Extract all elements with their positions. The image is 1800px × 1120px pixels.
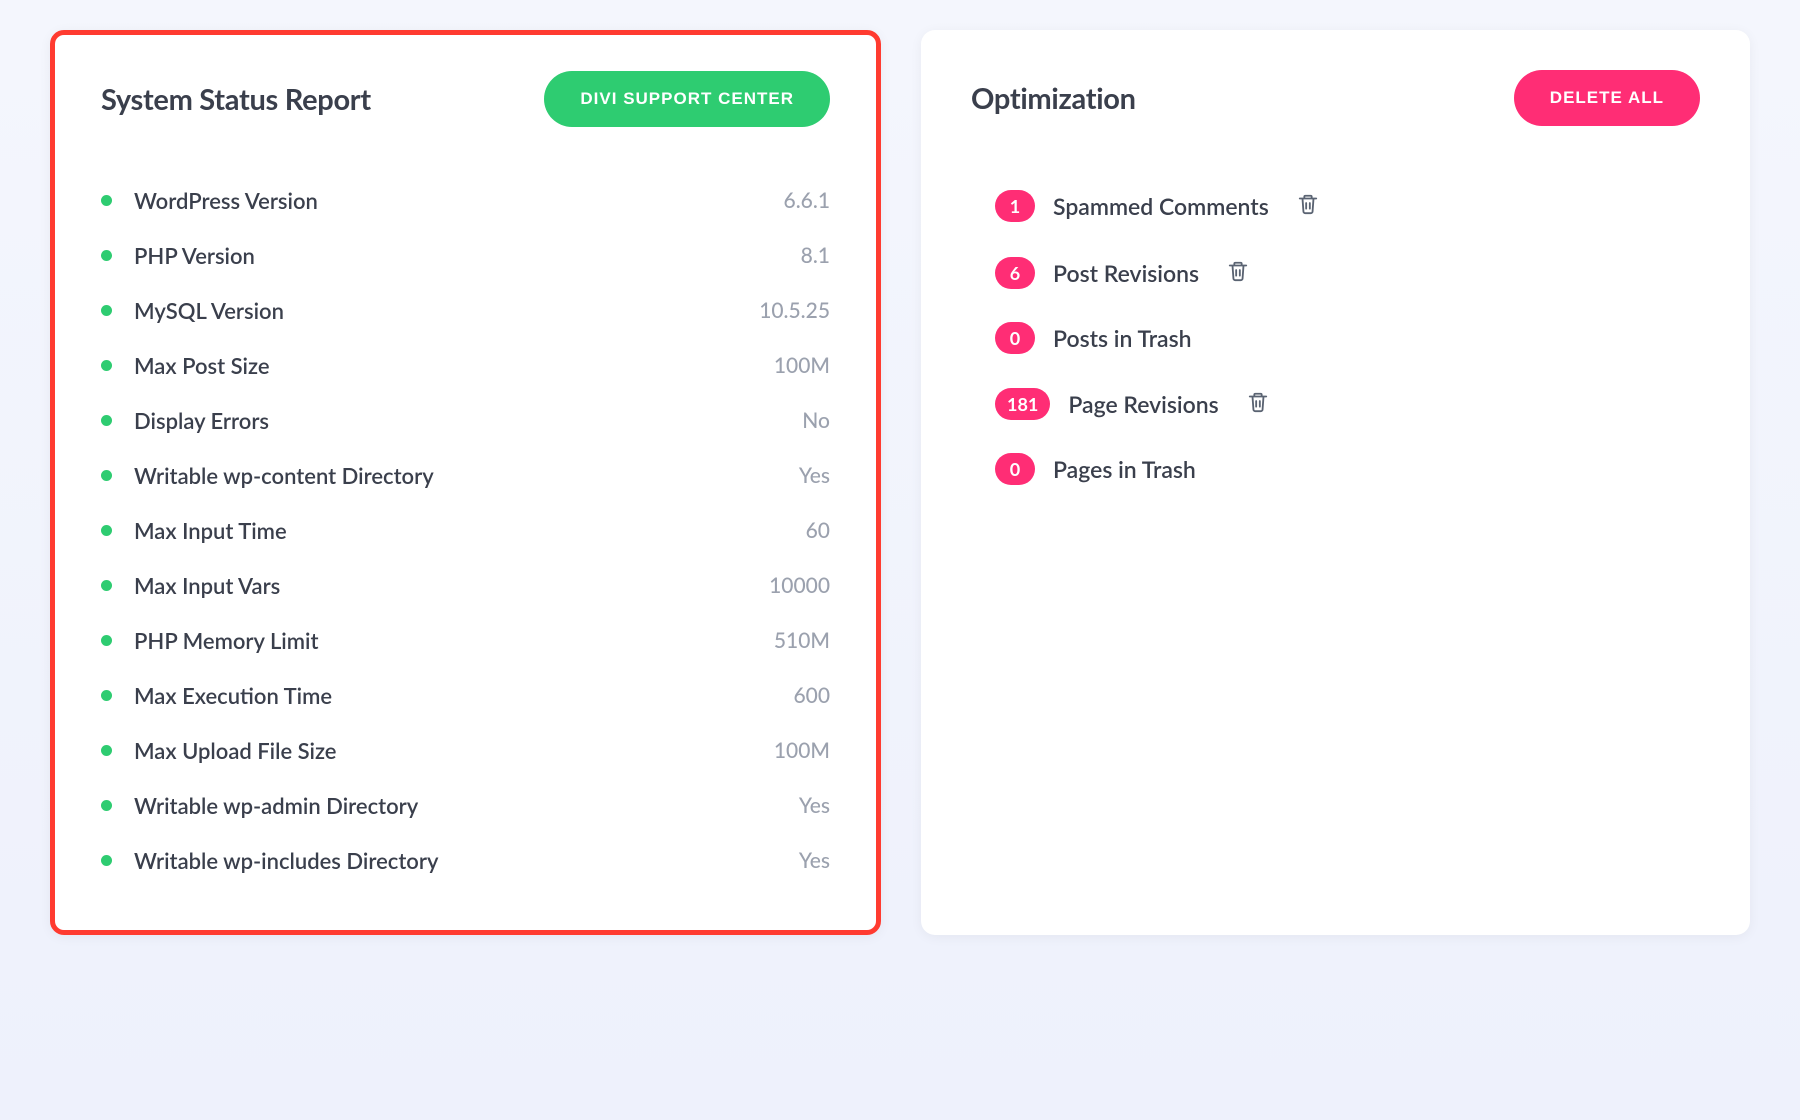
trash-icon <box>1247 390 1269 417</box>
system-status-item-label: Writable wp-admin Directory <box>134 792 418 819</box>
system-status-item-left: WordPress Version <box>101 187 318 214</box>
optimization-title: Optimization <box>971 81 1136 116</box>
optimization-list: 1 Spammed Comments 6 Post Revisions 0 Posts i… <box>971 172 1700 501</box>
system-status-item: Max Input Vars 10000 <box>101 558 830 613</box>
status-ok-dot-icon <box>101 745 112 756</box>
system-status-item: Max Upload File Size 100M <box>101 723 830 778</box>
system-status-item: Writable wp-content Directory Yes <box>101 448 830 503</box>
trash-icon <box>1297 192 1319 219</box>
system-status-item-left: PHP Memory Limit <box>101 627 319 654</box>
system-status-item-label: PHP Memory Limit <box>134 627 319 654</box>
system-status-item-value: 100M <box>774 353 830 378</box>
optimization-item-label: Post Revisions <box>1053 259 1199 287</box>
system-status-item-label: Max Execution Time <box>134 682 332 709</box>
status-ok-dot-icon <box>101 195 112 206</box>
system-status-list: WordPress Version 6.6.1 PHP Version 8.1 MySQ… <box>101 173 830 888</box>
status-ok-dot-icon <box>101 525 112 536</box>
delete-item-button[interactable] <box>1243 386 1273 421</box>
system-status-item-left: Max Input Vars <box>101 572 280 599</box>
optimization-item-label: Posts in Trash <box>1053 324 1192 352</box>
optimization-item: 181 Page Revisions <box>995 370 1700 437</box>
optimization-item: 0 Posts in Trash <box>995 306 1700 370</box>
system-status-item-label: MySQL Version <box>134 297 284 324</box>
optimization-panel: Optimization DELETE ALL 1 Spammed Comment… <box>921 30 1750 935</box>
system-status-item-label: PHP Version <box>134 242 255 269</box>
system-status-title: System Status Report <box>101 82 371 117</box>
system-status-item-label: Max Input Time <box>134 517 287 544</box>
system-status-item-left: Max Post Size <box>101 352 270 379</box>
system-status-item: PHP Version 8.1 <box>101 228 830 283</box>
system-status-item-value: 10.5.25 <box>759 298 830 323</box>
status-ok-dot-icon <box>101 800 112 811</box>
system-status-item-label: Max Upload File Size <box>134 737 337 764</box>
delete-item-button[interactable] <box>1223 255 1253 290</box>
optimization-count-badge: 0 <box>995 322 1035 354</box>
optimization-count-badge: 181 <box>995 388 1050 420</box>
optimization-item-label: Pages in Trash <box>1053 455 1196 483</box>
system-status-item-left: Writable wp-includes Directory <box>101 847 438 874</box>
optimization-count-badge: 1 <box>995 190 1035 222</box>
system-status-item: Max Post Size 100M <box>101 338 830 393</box>
system-status-item-value: 60 <box>806 518 830 543</box>
delete-all-button[interactable]: DELETE ALL <box>1514 70 1700 126</box>
system-status-item-left: Max Input Time <box>101 517 287 544</box>
optimization-header: Optimization DELETE ALL <box>971 70 1700 126</box>
system-status-item-left: Writable wp-content Directory <box>101 462 434 489</box>
system-status-item: Writable wp-includes Directory Yes <box>101 833 830 888</box>
status-ok-dot-icon <box>101 635 112 646</box>
system-status-item-left: Max Execution Time <box>101 682 332 709</box>
status-ok-dot-icon <box>101 855 112 866</box>
system-status-item-value: Yes <box>799 793 830 818</box>
system-status-panel: System Status Report DIVI SUPPORT CENTER… <box>50 30 881 935</box>
delete-item-button[interactable] <box>1293 188 1323 223</box>
optimization-item: 1 Spammed Comments <box>995 172 1700 239</box>
system-status-item-value: No <box>802 408 830 433</box>
optimization-item-label: Spammed Comments <box>1053 192 1269 220</box>
system-status-item: PHP Memory Limit 510M <box>101 613 830 668</box>
system-status-item-left: Display Errors <box>101 407 269 434</box>
divi-support-center-button[interactable]: DIVI SUPPORT CENTER <box>544 71 830 127</box>
status-ok-dot-icon <box>101 360 112 371</box>
system-status-item-left: PHP Version <box>101 242 255 269</box>
status-ok-dot-icon <box>101 690 112 701</box>
system-status-item-value: 100M <box>774 738 830 763</box>
system-status-item-label: Display Errors <box>134 407 269 434</box>
optimization-item-label: Page Revisions <box>1068 390 1218 418</box>
optimization-item: 6 Post Revisions <box>995 239 1700 306</box>
system-status-item: Display Errors No <box>101 393 830 448</box>
system-status-item: Max Input Time 60 <box>101 503 830 558</box>
system-status-item-value: 10000 <box>769 573 830 598</box>
system-status-item-label: Max Input Vars <box>134 572 280 599</box>
system-status-item: Writable wp-admin Directory Yes <box>101 778 830 833</box>
system-status-item-value: 6.6.1 <box>784 188 830 213</box>
optimization-count-badge: 6 <box>995 257 1035 289</box>
system-status-item-value: 510M <box>774 628 830 653</box>
system-status-item-left: Writable wp-admin Directory <box>101 792 418 819</box>
system-status-header: System Status Report DIVI SUPPORT CENTER <box>101 71 830 127</box>
status-ok-dot-icon <box>101 580 112 591</box>
optimization-count-badge: 0 <box>995 453 1035 485</box>
system-status-item-value: 8.1 <box>801 243 830 268</box>
system-status-item-label: Writable wp-content Directory <box>134 462 434 489</box>
system-status-item-left: MySQL Version <box>101 297 284 324</box>
optimization-item: 0 Pages in Trash <box>995 437 1700 501</box>
status-ok-dot-icon <box>101 250 112 261</box>
system-status-item: WordPress Version 6.6.1 <box>101 173 830 228</box>
status-ok-dot-icon <box>101 305 112 316</box>
system-status-item-value: Yes <box>799 463 830 488</box>
system-status-item-label: Max Post Size <box>134 352 270 379</box>
system-status-item-value: Yes <box>799 848 830 873</box>
system-status-item-label: WordPress Version <box>134 187 318 214</box>
system-status-item: Max Execution Time 600 <box>101 668 830 723</box>
system-status-item-value: 600 <box>793 683 830 708</box>
system-status-item: MySQL Version 10.5.25 <box>101 283 830 338</box>
system-status-item-label: Writable wp-includes Directory <box>134 847 438 874</box>
status-ok-dot-icon <box>101 415 112 426</box>
system-status-item-left: Max Upload File Size <box>101 737 337 764</box>
trash-icon <box>1227 259 1249 286</box>
status-ok-dot-icon <box>101 470 112 481</box>
